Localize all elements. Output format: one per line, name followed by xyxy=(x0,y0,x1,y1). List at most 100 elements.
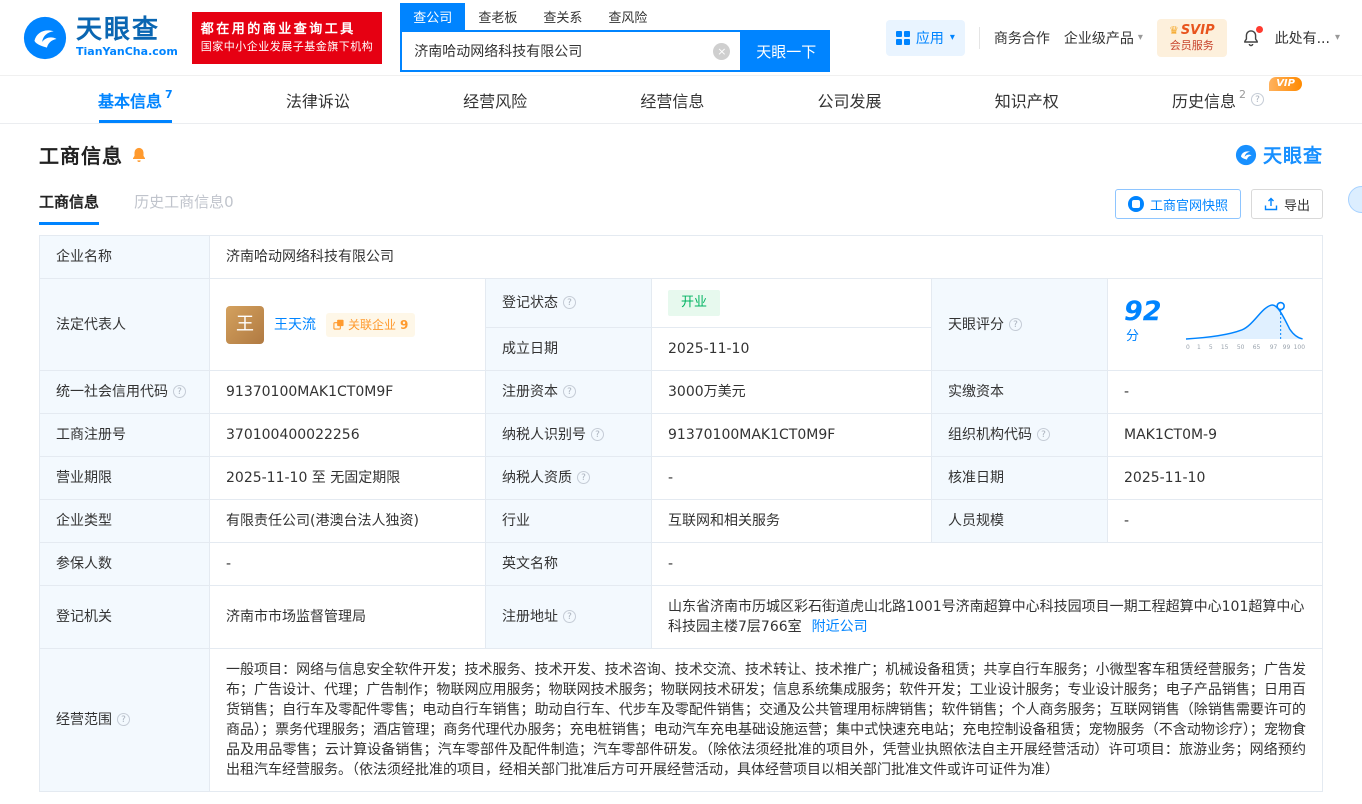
org-code-label: 组织机构代码? xyxy=(932,414,1108,457)
notification-dot xyxy=(1256,26,1263,33)
monitor-bell-icon[interactable] xyxy=(130,146,148,164)
nearby-companies-link[interactable]: 附近公司 xyxy=(812,619,868,635)
search-tab-boss[interactable]: 查老板 xyxy=(465,3,530,30)
company-type-label: 企业类型 xyxy=(40,500,210,543)
main-content: 工商信息 天眼查 工商信息 历史工商信息0 xyxy=(0,140,1362,792)
chevron-down-icon: ▾ xyxy=(950,32,955,43)
svg-text:0: 0 xyxy=(1186,343,1190,350)
export-button[interactable]: 导出 xyxy=(1251,189,1323,219)
nav-enterprise-products[interactable]: 企业级产品 ▾ xyxy=(1064,28,1143,48)
insured-count-value: - xyxy=(210,543,486,586)
help-icon[interactable]: ? xyxy=(1251,93,1264,106)
business-term-label: 营业期限 xyxy=(40,457,210,500)
promo-banner: 都在用的商业查询工具 国家中小企业发展子基金旗下机构 xyxy=(192,12,383,64)
insured-count-label: 参保人数 xyxy=(40,543,210,586)
score-cell: 92分 0 1 5 15 50 65 xyxy=(1108,279,1323,371)
business-info-table: 企业名称 济南哈动网络科技有限公司 法定代表人 王 王天流 xyxy=(39,235,1323,792)
divider xyxy=(979,27,980,49)
approval-date-value: 2025-11-10 xyxy=(1108,457,1323,500)
official-snapshot-button[interactable]: 工商官网快照 xyxy=(1115,189,1241,219)
establish-date-label: 成立日期 xyxy=(486,328,652,371)
business-term-value: 2025-11-10 至 无固定期限 xyxy=(210,457,486,500)
clear-search-icon[interactable]: × xyxy=(713,43,730,60)
taxpayer-id-label: 纳税人识别号? xyxy=(486,414,652,457)
legal-rep-label: 法定代表人 xyxy=(40,279,210,371)
help-icon[interactable]: ? xyxy=(563,296,576,309)
table-row: 登记机关 济南市市场监督管理局 注册地址? 山东省济南市历城区彩石街道虎山北路1… xyxy=(40,586,1323,649)
search-box: × xyxy=(400,30,742,72)
score-marker-pin xyxy=(1278,302,1285,309)
logo-icon xyxy=(1235,144,1257,166)
help-icon[interactable]: ? xyxy=(1037,428,1050,441)
page: 天眼查 TianYanCha.com 都在用的商业查询工具 国家中小企业发展子基… xyxy=(0,0,1362,792)
grid-icon xyxy=(896,31,910,45)
approval-date-label: 核准日期 xyxy=(932,457,1108,500)
company-name-value: 济南哈动网络科技有限公司 xyxy=(210,236,1323,279)
chevron-down-icon: ▾ xyxy=(1138,32,1143,43)
user-menu[interactable]: 此处有... ▾ xyxy=(1275,28,1340,48)
reg-authority-value: 济南市市场监督管理局 xyxy=(210,586,486,649)
business-scope-label: 经营范围? xyxy=(40,649,210,792)
industry-label: 行业 xyxy=(486,500,652,543)
help-icon[interactable]: ? xyxy=(173,385,186,398)
help-icon[interactable]: ? xyxy=(563,385,576,398)
score-distribution-chart: 0 1 5 15 50 65 97 99 100 xyxy=(1184,297,1306,353)
taxpayer-quality-label: 纳税人资质? xyxy=(486,457,652,500)
staff-size-value: - xyxy=(1108,500,1323,543)
snapshot-icon xyxy=(1128,196,1144,212)
tab-operation-info[interactable]: 经营信息 xyxy=(634,76,710,123)
help-icon[interactable]: ? xyxy=(591,428,604,441)
reg-address-value: 山东省济南市历城区彩石街道虎山北路1001号济南超算中心科技园项目一期工程超算中… xyxy=(668,599,1304,635)
section-title: 工商信息 xyxy=(39,140,123,169)
reg-address-cell: 山东省济南市历城区彩石街道虎山北路1001号济南超算中心科技园项目一期工程超算中… xyxy=(652,586,1323,649)
apps-menu-button[interactable]: 应用 ▾ xyxy=(886,20,965,56)
promo-line1: 都在用的商业查询工具 xyxy=(201,20,374,40)
svg-text:65: 65 xyxy=(1253,343,1261,350)
search-tab-company[interactable]: 查公司 xyxy=(400,3,465,30)
reg-status-label: 登记状态? xyxy=(486,279,652,328)
tab-operation-risk[interactable]: 经营风险 xyxy=(457,76,533,123)
tianyancha-logo[interactable]: 天眼查 TianYanCha.com xyxy=(22,15,178,61)
help-icon[interactable]: ? xyxy=(563,610,576,623)
help-icon[interactable]: ? xyxy=(1009,318,1022,331)
notification-bell-icon[interactable] xyxy=(1241,28,1261,48)
table-row: 工商注册号 370100400022256 纳税人识别号? 91370100MA… xyxy=(40,414,1323,457)
legal-rep-cell: 王 王天流 关联企业 9 xyxy=(210,279,486,371)
tab-company-development[interactable]: 公司发展 xyxy=(812,76,888,123)
search-area: 查公司 查老板 查关系 查风险 × 天眼一下 xyxy=(400,3,830,72)
subtab-business-info[interactable]: 工商信息 xyxy=(39,191,99,225)
svg-text:5: 5 xyxy=(1209,343,1213,350)
company-type-value: 有限责任公司(港澳台法人独资) xyxy=(210,500,486,543)
search-tab-relation[interactable]: 查关系 xyxy=(530,3,595,30)
legal-rep-link[interactable]: 王天流 xyxy=(274,315,316,335)
tab-intellectual-property[interactable]: 知识产权 xyxy=(989,76,1065,123)
business-scope-value: 一般项目：网络与信息安全软件开发；技术服务、技术开发、技术咨询、技术交流、技术转… xyxy=(210,649,1323,792)
legal-rep-avatar[interactable]: 王 xyxy=(226,306,264,344)
score-value: 92 xyxy=(1124,296,1162,327)
help-icon[interactable]: ? xyxy=(577,471,590,484)
vip-tag: VIP xyxy=(1269,77,1302,91)
tab-legal-litigation[interactable]: 法律诉讼 xyxy=(280,76,356,123)
related-companies-icon xyxy=(333,319,344,330)
table-row: 经营范围? 一般项目：网络与信息安全软件开发；技术服务、技术开发、技术咨询、技术… xyxy=(40,649,1323,792)
table-row: 营业期限 2025-11-10 至 无固定期限 纳税人资质? - 核准日期 20… xyxy=(40,457,1323,500)
search-tab-risk[interactable]: 查风险 xyxy=(595,3,660,30)
nav-business-cooperation[interactable]: 商务合作 xyxy=(994,28,1050,48)
help-icon[interactable]: ? xyxy=(117,713,130,726)
reg-capital-value: 3000万美元 xyxy=(652,371,932,414)
table-row: 企业名称 济南哈动网络科技有限公司 xyxy=(40,236,1323,279)
paid-capital-value: - xyxy=(1108,371,1323,414)
svip-membership-badge[interactable]: ♛SVIP 会员服务 xyxy=(1157,19,1227,57)
taxpayer-id-value: 91370100MAK1CT0M9F xyxy=(652,414,932,457)
svg-text:50: 50 xyxy=(1237,343,1245,350)
subtab-history-business-info[interactable]: 历史工商信息0 xyxy=(134,191,234,222)
table-row: 企业类型 有限责任公司(港澳台法人独资) 行业 互联网和相关服务 人员规模 - xyxy=(40,500,1323,543)
tab-basic-info[interactable]: 基本信息7 xyxy=(92,76,179,123)
credit-code-value: 91370100MAK1CT0M9F xyxy=(210,371,486,414)
tab-history-info[interactable]: 历史信息 2 ? VIP xyxy=(1166,76,1270,123)
related-companies-badge[interactable]: 关联企业 9 xyxy=(326,313,415,337)
paid-capital-label: 实缴资本 xyxy=(932,371,1108,414)
search-button[interactable]: 天眼一下 xyxy=(742,30,830,72)
search-input[interactable] xyxy=(402,32,740,70)
reg-capital-label: 注册资本? xyxy=(486,371,652,414)
